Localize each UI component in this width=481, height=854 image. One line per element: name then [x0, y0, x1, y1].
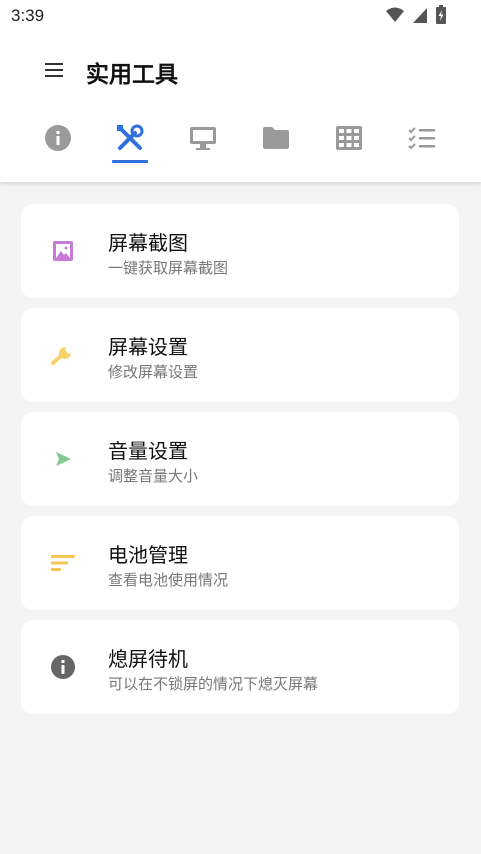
tool-subtitle: 可以在不锁屏的情况下熄灭屏幕: [108, 675, 319, 693]
tool-title: 屏幕截图: [108, 231, 188, 255]
tab-grid[interactable]: [319, 112, 379, 168]
top-app-area: 3:39 实用工具: [0, 0, 481, 182]
tool-card-screenshot[interactable]: 屏幕截图 一键获取屏幕截图: [21, 204, 459, 298]
tool-card-battery[interactable]: 电池管理 查看电池使用情况: [21, 516, 459, 610]
grid-icon: [336, 126, 362, 154]
checklist-icon: [408, 126, 436, 154]
app-title: 实用工具: [86, 62, 178, 88]
tab-folder[interactable]: [246, 112, 306, 168]
tool-title: 屏幕设置: [108, 335, 188, 359]
tool-title: 熄屏待机: [108, 647, 188, 671]
status-time: 3:39: [11, 6, 45, 25]
tab-monitor[interactable]: [173, 112, 233, 168]
tools-icon: [115, 123, 145, 157]
image-icon: [49, 237, 77, 265]
tab-checklist[interactable]: [392, 112, 452, 168]
tool-card-screen-off[interactable]: 熄屏待机 可以在不锁屏的情况下熄灭屏幕: [21, 620, 459, 714]
status-icons: [385, 5, 447, 29]
tool-subtitle: 一键获取屏幕截图: [108, 259, 229, 277]
info-icon: [44, 124, 72, 156]
hamburger-menu-icon[interactable]: [38, 54, 70, 86]
sort-lines-icon: [49, 549, 77, 577]
info-icon: [49, 653, 77, 681]
tab-info[interactable]: [28, 112, 88, 168]
folder-icon: [262, 126, 290, 154]
tab-bar: [0, 112, 481, 172]
play-arrow-icon: [49, 445, 77, 473]
tool-title: 音量设置: [108, 439, 188, 463]
status-bar: 3:39: [0, 0, 481, 32]
tool-card-screen-settings[interactable]: 屏幕设置 修改屏幕设置: [21, 308, 459, 402]
tool-subtitle: 调整音量大小: [108, 467, 199, 485]
tool-card-volume-settings[interactable]: 音量设置 调整音量大小: [21, 412, 459, 506]
wrench-icon: [49, 341, 77, 369]
tool-subtitle: 修改屏幕设置: [108, 363, 199, 381]
cell-signal-icon: [411, 6, 429, 28]
selected-tab-indicator: [112, 160, 148, 163]
app-bar: 实用工具: [0, 38, 481, 102]
battery-charging-icon: [435, 5, 447, 29]
tool-subtitle: 查看电池使用情况: [108, 571, 229, 589]
wifi-icon: [385, 6, 405, 28]
tool-title: 电池管理: [108, 543, 188, 567]
monitor-icon: [189, 125, 217, 155]
